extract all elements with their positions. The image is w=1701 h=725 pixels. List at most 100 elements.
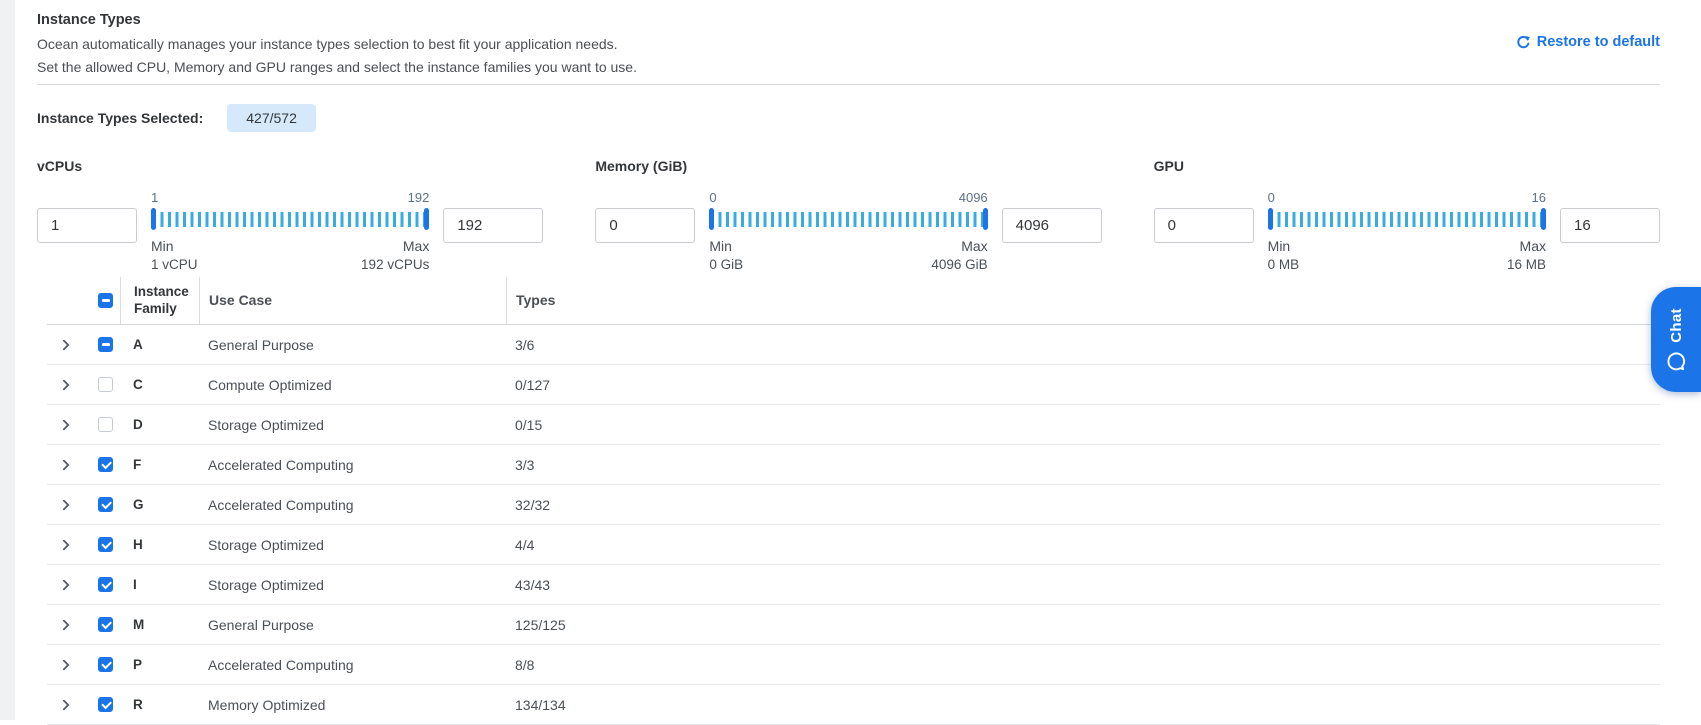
expand-chevron-icon[interactable] [58,339,69,350]
types-cell: 3/6 [506,337,1660,353]
slider-max-handle[interactable] [1541,208,1546,230]
slider-max-handle[interactable] [424,208,429,230]
min-input[interactable] [595,208,695,243]
slider-min-handle[interactable] [151,208,156,230]
use-case-cell: Storage Optimized [199,417,506,433]
max-input[interactable] [443,208,543,243]
row-chevron-cell [47,541,91,549]
family-cell: A [120,337,199,352]
types-cell: 4/4 [506,537,1660,553]
row-chevron-cell [47,621,91,629]
sliders-row: vCPUs 1 192 [37,158,1660,273]
family-cell: F [120,457,199,472]
use-case-cell: Storage Optimized [199,577,506,593]
slider-middle: 1 192 Min 1 vCPU [151,190,429,273]
expand-chevron-icon[interactable] [58,459,69,470]
use-case-cell: General Purpose [199,617,506,633]
row-checkbox[interactable] [98,417,113,432]
expand-chevron-icon[interactable] [58,659,69,670]
expand-chevron-icon[interactable] [58,579,69,590]
slider-middle: 0 16 Min 0 MB [1268,190,1546,273]
types-cell: 8/8 [506,657,1660,673]
row-chevron-cell [47,661,91,669]
slider-bottom-labels: Min 1 vCPU Max 192 vCPUs [151,238,429,273]
row-checkbox-cell [91,697,120,712]
min-label: Min [151,238,198,255]
description-line-2: Set the allowed CPU, Memory and GPU rang… [37,58,637,76]
range-slider-track[interactable] [151,208,429,230]
row-checkbox[interactable] [98,537,113,552]
slider-min-block: Min 1 vCPU [151,238,198,273]
min-input[interactable] [1154,208,1254,243]
chat-button[interactable]: Chat [1651,287,1701,392]
types-cell: 3/3 [506,457,1660,473]
slider-controls: 1 192 Min 1 vCPU [37,190,543,273]
family-cell: D [120,417,199,432]
max-label: Max [931,238,987,255]
panel-header-text: Instance Types Ocean automatically manag… [37,10,637,76]
slider-min-block: Min 0 GiB [709,238,743,273]
slider-min-handle[interactable] [709,208,714,230]
row-checkbox-cell [91,657,120,672]
expand-chevron-icon[interactable] [58,539,69,550]
slider-min-block: Min 0 MB [1268,238,1300,273]
row-checkbox[interactable] [98,657,113,672]
slider-value-labels: 1 192 [151,190,429,206]
expand-chevron-icon[interactable] [58,379,69,390]
slider-min-handle[interactable] [1268,208,1273,230]
max-input[interactable] [1560,208,1660,243]
family-cell: R [120,697,199,712]
row-checkbox[interactable] [98,617,113,632]
max-label: Max [361,238,429,255]
slider-min-value-label: 0 [1268,190,1275,206]
row-checkbox-cell [91,497,120,512]
family-cell: C [120,377,199,392]
column-header-types: Types [506,277,1660,324]
row-checkbox[interactable] [98,377,113,392]
slider-controls: 0 16 Min 0 MB [1154,190,1660,273]
table-row: P Accelerated Computing 8/8 [47,645,1660,685]
description-line-1: Ocean automatically manages your instanc… [37,35,637,53]
selected-summary-row: Instance Types Selected: 427/572 [37,104,1660,132]
use-case-cell: Accelerated Computing [199,657,506,673]
table-row: A General Purpose 3/6 [47,325,1660,365]
row-checkbox[interactable] [98,497,113,512]
range-slider-track[interactable] [1268,208,1546,230]
expand-chevron-icon[interactable] [58,699,69,710]
family-cell: M [120,617,199,632]
row-checkbox-cell [91,337,120,352]
table-row: D Storage Optimized 0/15 [47,405,1660,445]
slider-title: vCPUs [37,158,543,174]
select-all-checkbox[interactable] [98,293,113,308]
row-checkbox[interactable] [98,337,113,352]
row-checkbox[interactable] [98,457,113,472]
slider-middle: 0 4096 Min 0 GiB [709,190,987,273]
table-row: H Storage Optimized 4/4 [47,525,1660,565]
slider-ticks [153,212,427,227]
page-title: Instance Types [37,10,637,30]
row-checkbox[interactable] [98,697,113,712]
table-body: A General Purpose 3/6 C Compute Optimize… [47,325,1660,725]
slider-min-value-label: 0 [709,190,716,206]
types-cell: 134/134 [506,697,1660,713]
restore-to-default-link[interactable]: Restore to default [1516,34,1660,50]
table-row: I Storage Optimized 43/43 [47,565,1660,605]
expand-chevron-icon[interactable] [58,419,69,430]
row-checkbox[interactable] [98,577,113,592]
use-case-cell: Memory Optimized [199,697,506,713]
column-header-instance-family: Instance Family [120,277,199,324]
slider-max-handle[interactable] [983,208,988,230]
max-input[interactable] [1002,208,1102,243]
row-checkbox-cell [91,577,120,592]
range-slider-track[interactable] [709,208,987,230]
slider-max-value-label: 16 [1532,190,1546,206]
family-cell: P [120,657,199,672]
table-row: R Memory Optimized 134/134 [47,685,1660,725]
row-chevron-cell [47,501,91,509]
expand-chevron-icon[interactable] [58,619,69,630]
min-input[interactable] [37,208,137,243]
slider-title: GPU [1154,158,1660,174]
slider-max-block: Max 192 vCPUs [361,238,429,273]
expand-chevron-icon[interactable] [58,499,69,510]
use-case-cell: Accelerated Computing [199,497,506,513]
